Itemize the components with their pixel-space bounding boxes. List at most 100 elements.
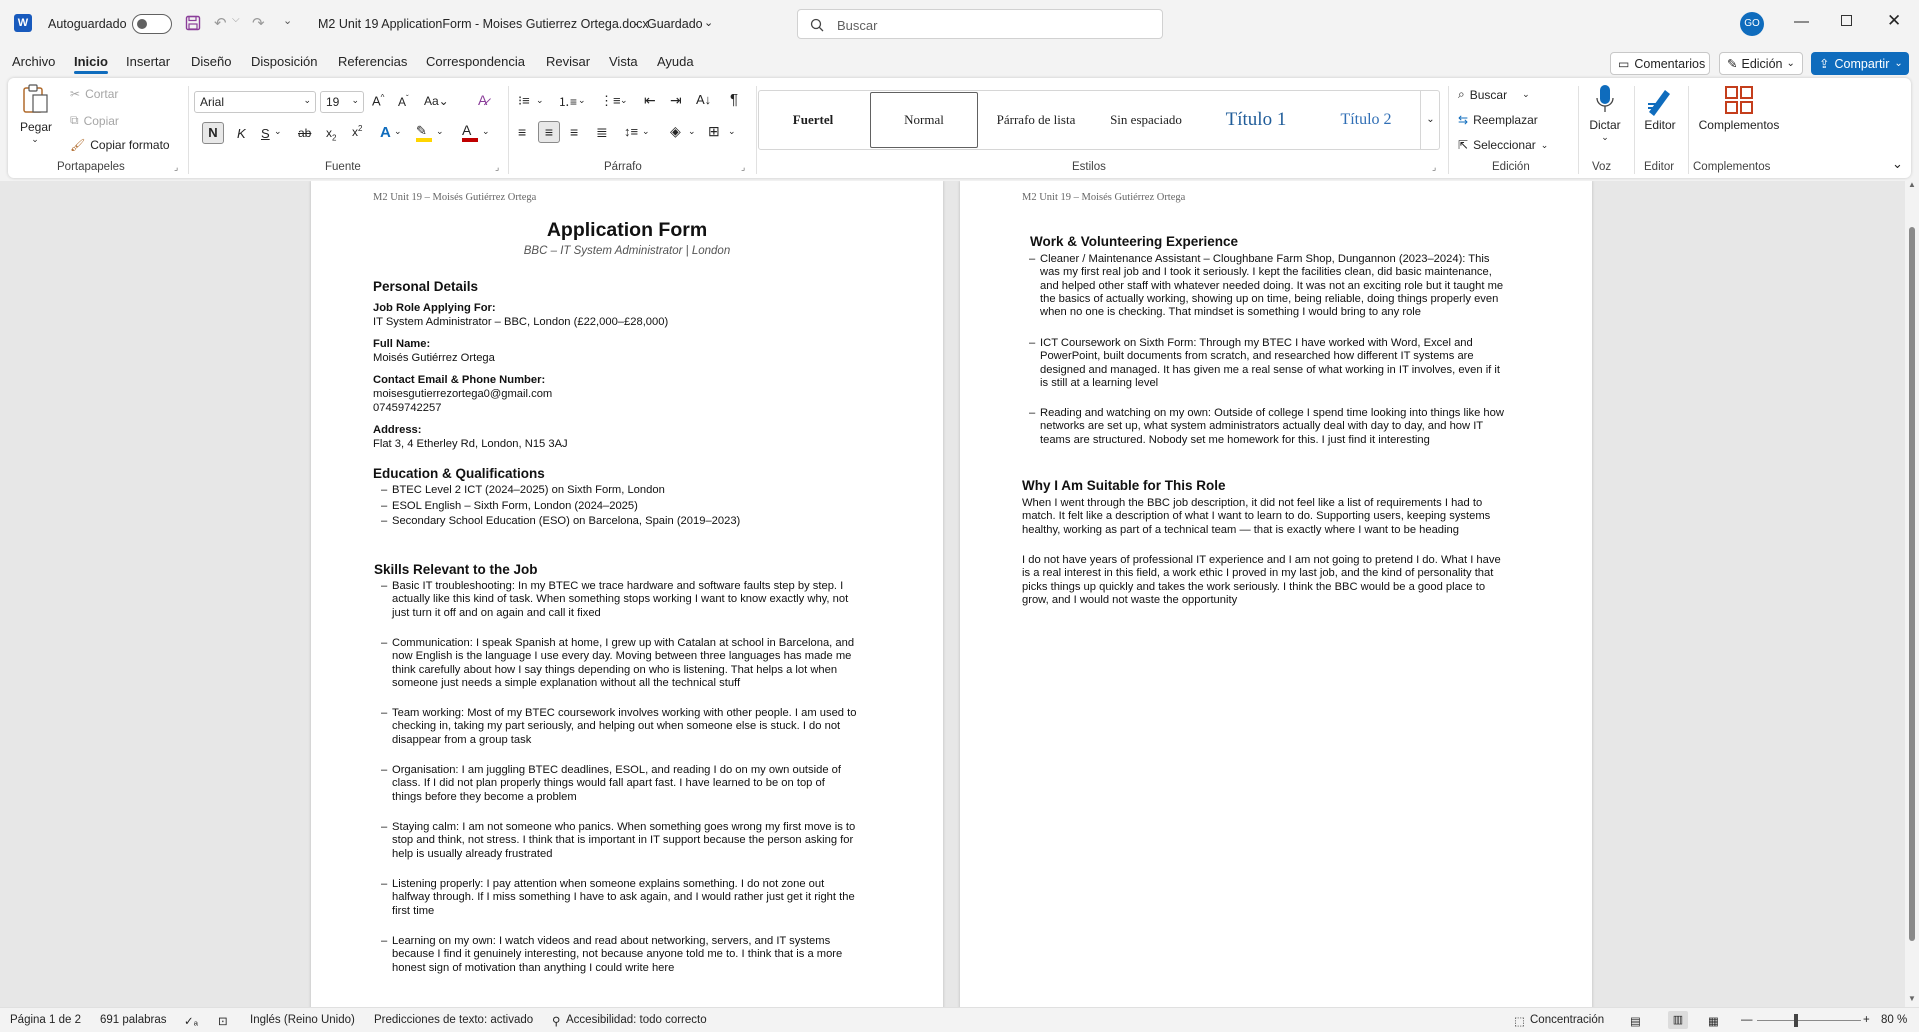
scroll-down-icon[interactable]: ▼	[1908, 994, 1916, 1003]
chevron-down-icon[interactable]: ⌄	[274, 126, 282, 137]
tab-insertar[interactable]: Insertar	[126, 54, 170, 69]
scrollbar-thumb[interactable]	[1909, 227, 1915, 941]
read-mode-icon[interactable]: ▤	[1630, 1014, 1641, 1028]
undo-dropdown-icon[interactable]: ⌵	[232, 14, 240, 25]
styles-more-icon[interactable]: ⌄	[1420, 90, 1440, 150]
comments-button[interactable]: ▭ Comentarios	[1610, 52, 1710, 75]
numbering-icon[interactable]: ⒈≡	[558, 93, 577, 110]
highlight-icon[interactable]: ✎	[416, 123, 432, 142]
dialog-launcher-icon[interactable]: ⌟	[495, 162, 499, 173]
proofing-icon[interactable]: ✓ₐ	[184, 1014, 198, 1028]
page-2[interactable]: M2 Unit 19 – Moisés Gutiérrez Ortega Wor…	[960, 181, 1592, 1007]
minimize-icon[interactable]: —	[1794, 13, 1809, 30]
tab-inicio[interactable]: Inicio	[74, 54, 108, 74]
editing-mode-button[interactable]: ✎ Edición ⌄	[1719, 52, 1803, 75]
italic-button[interactable]: K	[237, 126, 246, 141]
avatar[interactable]: GO	[1740, 12, 1764, 36]
justify-icon[interactable]: ≣	[596, 124, 608, 141]
close-icon[interactable]: ✕	[1887, 11, 1901, 31]
style-strong[interactable]: Fuertel	[760, 92, 866, 148]
subscript-icon[interactable]: x2	[326, 126, 336, 142]
borders-icon[interactable]: ⊞	[708, 123, 720, 140]
language-status[interactable]: Inglés (Reino Unido)	[250, 1014, 355, 1026]
search-box[interactable]: Buscar	[797, 9, 1163, 39]
align-left-icon[interactable]: ≡	[518, 124, 526, 140]
chevron-down-icon[interactable]: ⌄	[728, 126, 736, 137]
underline-button[interactable]: S	[261, 126, 270, 141]
dialog-launcher-icon[interactable]: ⌟	[1432, 162, 1436, 173]
paste-button[interactable]: Pegar ⌄	[20, 84, 52, 158]
chevron-down-icon[interactable]: ⌄	[394, 126, 402, 137]
restore-icon[interactable]	[1841, 15, 1852, 26]
save-icon[interactable]	[185, 15, 201, 31]
page-count[interactable]: Página 1 de 2	[10, 1014, 81, 1026]
customize-toolbar-icon[interactable]: ⌄	[283, 14, 292, 27]
chevron-down-icon[interactable]: ⌄	[620, 95, 628, 106]
accessibility-check-icon[interactable]: ⊡	[218, 1014, 228, 1028]
align-right-icon[interactable]: ≡	[570, 124, 578, 140]
style-normal[interactable]: Normal	[870, 92, 978, 148]
chevron-down-icon[interactable]: ⌄	[704, 16, 713, 29]
strikethrough-icon[interactable]: ab	[298, 126, 311, 140]
shading-icon[interactable]: ◈	[670, 123, 681, 140]
tab-vista[interactable]: Vista	[609, 54, 638, 69]
zoom-slider[interactable]	[1757, 1020, 1861, 1021]
tab-correspondencia[interactable]: Correspondencia	[426, 54, 525, 69]
share-button[interactable]: ⇪ Compartir ⌄	[1811, 52, 1909, 75]
bullets-icon[interactable]: ⁝≡	[518, 93, 530, 109]
dictate-button[interactable]: Dictar ⌄	[1586, 84, 1624, 143]
zoom-level[interactable]: 80 %	[1881, 1014, 1907, 1026]
print-layout-icon[interactable]: ▥	[1668, 1011, 1688, 1029]
show-formatting-icon[interactable]: ¶	[730, 91, 738, 108]
accessibility-status[interactable]: Accesibilidad: todo correcto	[566, 1014, 707, 1026]
text-effects-icon[interactable]: A	[380, 124, 391, 141]
chevron-down-icon[interactable]: ⌄	[436, 126, 444, 137]
tab-diseno[interactable]: Diseño	[191, 54, 231, 69]
save-state[interactable]: Guardado	[647, 17, 703, 31]
tab-ayuda[interactable]: Ayuda	[657, 54, 694, 69]
chevron-down-icon[interactable]: ⌄	[578, 95, 586, 106]
font-color-icon[interactable]: A	[462, 122, 478, 142]
cut-button[interactable]: ✂ Cortar	[70, 87, 118, 101]
tab-revisar[interactable]: Revisar	[546, 54, 590, 69]
focus-mode[interactable]: Concentración	[1530, 1014, 1604, 1026]
style-list-paragraph[interactable]: Párrafo de lista	[982, 92, 1090, 148]
collapse-ribbon-icon[interactable]: ⌄	[1892, 156, 1903, 172]
shrink-font-icon[interactable]: Aˇ	[398, 94, 409, 109]
scroll-up-icon[interactable]: ▲	[1908, 180, 1916, 189]
grow-font-icon[interactable]: A^	[372, 93, 384, 108]
decrease-indent-icon[interactable]: ⇤	[644, 92, 656, 109]
chevron-down-icon[interactable]: ⌄	[642, 126, 650, 137]
dialog-launcher-icon[interactable]: ⌟	[741, 162, 745, 173]
tab-archivo[interactable]: Archivo	[12, 54, 55, 69]
chevron-down-icon[interactable]: ⌄	[536, 95, 544, 106]
copy-button[interactable]: ⧉ Copiar	[70, 113, 119, 128]
chevron-down-icon[interactable]: ⌄	[482, 126, 490, 137]
multilevel-list-icon[interactable]: ⋮≡	[600, 93, 621, 109]
find-button[interactable]: ⌕ Buscar ⌄	[1458, 87, 1530, 102]
zoom-in-icon[interactable]: +	[1863, 1014, 1870, 1026]
text-predictions-status[interactable]: Predicciones de texto: activado	[374, 1014, 533, 1026]
document-canvas[interactable]: M2 Unit 19 – Moisés Gutiérrez Ortega App…	[0, 181, 1905, 1007]
web-layout-icon[interactable]: ▦	[1708, 1014, 1719, 1028]
chevron-down-icon[interactable]: ⌄	[688, 126, 696, 137]
replace-button[interactable]: ⇆ Reemplazar	[1458, 113, 1538, 127]
select-button[interactable]: ⇱ Seleccionar ⌄	[1458, 138, 1548, 152]
superscript-icon[interactable]: x2	[352, 124, 362, 139]
font-family-select[interactable]: Arial ⌄	[194, 91, 316, 113]
sort-icon[interactable]: A↓	[696, 92, 711, 107]
tab-referencias[interactable]: Referencias	[338, 54, 407, 69]
page-1[interactable]: M2 Unit 19 – Moisés Gutiérrez Ortega App…	[311, 181, 943, 1007]
addins-button[interactable]: Complementos	[1694, 84, 1784, 132]
font-size-select[interactable]: 19 ⌄	[320, 91, 364, 113]
undo-icon[interactable]: ↶	[214, 14, 227, 32]
editor-button[interactable]: Editor	[1640, 84, 1680, 132]
autosave-toggle[interactable]	[132, 14, 172, 34]
vertical-scrollbar[interactable]: ▲ ▼	[1905, 180, 1919, 1007]
format-painter-button[interactable]: 🖌 Copiar formato	[70, 138, 170, 152]
style-no-spacing[interactable]: Sin espaciado	[1092, 92, 1200, 148]
align-center-icon[interactable]: ≡	[538, 121, 560, 143]
increase-indent-icon[interactable]: ⇥	[670, 92, 682, 109]
change-case-icon[interactable]: Aa⌄	[424, 94, 449, 108]
bold-button[interactable]: N	[202, 122, 224, 144]
